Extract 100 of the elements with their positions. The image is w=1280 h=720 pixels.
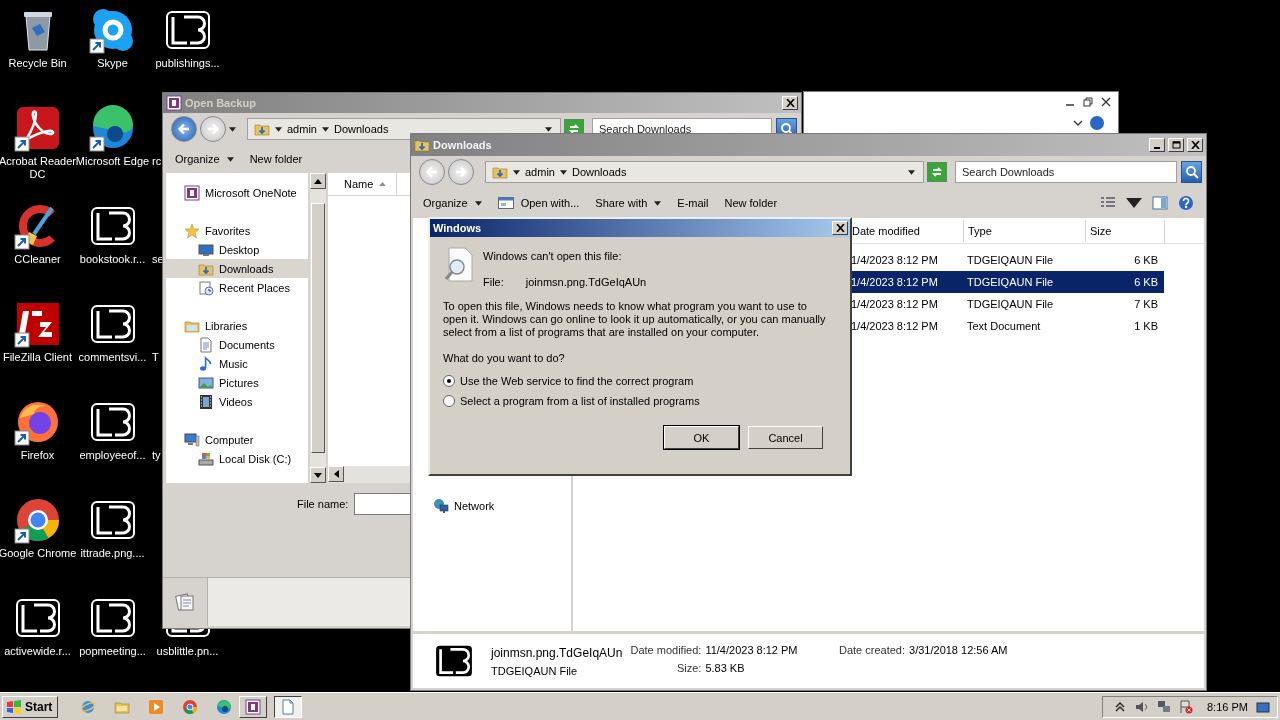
- app-icon[interactable]: [13, 300, 62, 348]
- preview-pane-icon[interactable]: [1152, 195, 1168, 211]
- restore-icon[interactable]: [1082, 96, 1094, 108]
- app-icon[interactable]: [13, 496, 62, 544]
- close-button[interactable]: [832, 221, 848, 235]
- back-button[interactable]: [419, 159, 445, 185]
- dialog-heading: Windows can't open this file:: [483, 250, 623, 262]
- breadcrumb[interactable]: Downloads: [571, 166, 627, 178]
- menu-button[interactable]: Share with: [587, 192, 670, 214]
- arrow-left-icon: [177, 122, 191, 136]
- dropdown-caret-icon[interactable]: [908, 169, 915, 175]
- toolbar-button[interactable]: E-mail: [669, 192, 717, 214]
- field-label: File:: [483, 276, 504, 288]
- search-field[interactable]: Search Downloads: [955, 161, 1177, 183]
- dialog-button[interactable]: OK: [664, 426, 739, 449]
- table-cell-text: 1/4/2023 8:12 PM: [850, 320, 939, 332]
- icon-label: rc: [151, 155, 162, 168]
- monitor-icon: [198, 241, 214, 258]
- notebook-icon: [166, 95, 182, 111]
- caret-icon[interactable]: [654, 200, 662, 206]
- star-icon: [184, 222, 200, 239]
- scroll-left-button[interactable]: [328, 466, 344, 482]
- caret-icon[interactable]: [513, 169, 520, 175]
- show-desktop-icon[interactable]: [1255, 699, 1270, 714]
- arrow-left-icon: [333, 470, 339, 478]
- caret-icon[interactable]: [321, 126, 329, 132]
- browser-icon[interactable]: [182, 698, 199, 715]
- document-search-icon: [443, 247, 475, 283]
- close-icon[interactable]: [1100, 96, 1112, 108]
- breadcrumb[interactable]: Downloads: [333, 123, 389, 135]
- nav-item[interactable]: Videos: [166, 392, 308, 411]
- property-value: 3/31/2018 12:56 AM: [909, 644, 1008, 656]
- property-value: 5.83 KB: [705, 662, 746, 674]
- folder-icon: [414, 137, 430, 153]
- nav-item[interactable]: Pictures: [166, 373, 308, 392]
- close-icon: [785, 99, 795, 107]
- toolbar-button[interactable]: Open with...: [489, 192, 588, 214]
- option-label[interactable]: Select a program from a list of installed programs: [460, 395, 700, 407]
- table-cell-text: 1/4/2023 8:12 PM: [850, 254, 939, 266]
- radio-button[interactable]: [443, 375, 455, 387]
- browser-icon[interactable]: [216, 698, 233, 715]
- nav-item[interactable]: Network: [433, 496, 571, 515]
- nav-item[interactable]: Music: [166, 354, 308, 373]
- arrow-left-icon: [425, 165, 439, 179]
- nav-item[interactable]: Downloads: [166, 259, 308, 278]
- scroll-up-button[interactable]: [310, 173, 326, 189]
- start-button[interactable]: Start: [2, 695, 59, 718]
- toolbar-button[interactable]: New folder: [716, 192, 786, 214]
- scroll-down-button[interactable]: [310, 467, 326, 483]
- address-bar[interactable]: admin Downloads: [485, 161, 924, 183]
- caret-icon[interactable]: [474, 200, 482, 206]
- taskbar-button[interactable]: [274, 695, 303, 718]
- caret-icon[interactable]: [226, 156, 234, 162]
- nav-item[interactable]: Documents: [166, 335, 308, 354]
- window-title: Open Backup: [185, 97, 257, 109]
- flag-warning-icon[interactable]: [1179, 699, 1193, 714]
- minimize-button[interactable]: [1149, 138, 1165, 152]
- close-button[interactable]: [1187, 138, 1203, 152]
- history-caret-icon[interactable]: [229, 126, 236, 132]
- menu-button[interactable]: Organize: [415, 192, 490, 214]
- nav-item[interactable]: Microsoft OneNote: [166, 183, 308, 202]
- table-cell-text: 6 KB: [1133, 254, 1159, 266]
- speaker-icon[interactable]: [1135, 699, 1149, 714]
- close-icon: [835, 224, 845, 232]
- refresh-button[interactable]: [927, 162, 947, 182]
- document-icon: [198, 336, 214, 353]
- table-cell-text: Text Document: [966, 320, 1042, 332]
- app-icon[interactable]: [13, 104, 62, 152]
- nav-item[interactable]: Local Disk (C:): [166, 449, 308, 468]
- property-label: Date created:: [839, 644, 906, 656]
- arrow-right-icon: [206, 122, 220, 136]
- windows-flag-icon: [6, 699, 22, 714]
- close-button[interactable]: [782, 96, 798, 110]
- network-icon[interactable]: [1157, 699, 1171, 714]
- nav-item[interactable]: Libraries: [166, 316, 308, 335]
- clock[interactable]: 8:16 PM: [1207, 700, 1248, 713]
- nav-item[interactable]: Computer: [166, 430, 308, 449]
- dialog-button[interactable]: Cancel: [748, 426, 823, 449]
- search-button[interactable]: [1181, 161, 1202, 183]
- nav-item[interactable]: Favorites: [166, 221, 308, 240]
- menu-button[interactable]: Organize: [167, 148, 242, 170]
- radio-button[interactable]: [443, 395, 455, 407]
- forward-button[interactable]: [448, 159, 474, 185]
- breadcrumb[interactable]: admin: [525, 166, 555, 178]
- icon-label[interactable]: Google Chrome: [0, 547, 78, 560]
- option-label[interactable]: Use the Web service to find the correct program: [460, 375, 694, 387]
- scroll-thumb[interactable]: [311, 203, 325, 453]
- back-button[interactable]: [171, 116, 197, 142]
- document-icon: [198, 279, 214, 296]
- nav-item[interactable]: Desktop: [166, 240, 308, 259]
- maximize-button[interactable]: [1168, 138, 1184, 152]
- scrollbar[interactable]: [310, 173, 326, 483]
- caret-icon[interactable]: [559, 169, 567, 175]
- breadcrumb[interactable]: admin: [287, 123, 317, 135]
- table-cell-text: 1/4/2023 8:12 PM: [850, 276, 939, 288]
- dialog-message: To open this file, Windows needs to know what program you want to use to open it. Windows can go online to look it up automatically, or you can manually select from a list of programs that are installed on your computer.: [443, 300, 827, 339]
- caret-icon[interactable]: [275, 126, 282, 132]
- nav-item[interactable]: Recent Places: [166, 278, 308, 297]
- toolbar-button[interactable]: New folder: [241, 148, 311, 170]
- notes-icon[interactable]: [174, 591, 196, 613]
